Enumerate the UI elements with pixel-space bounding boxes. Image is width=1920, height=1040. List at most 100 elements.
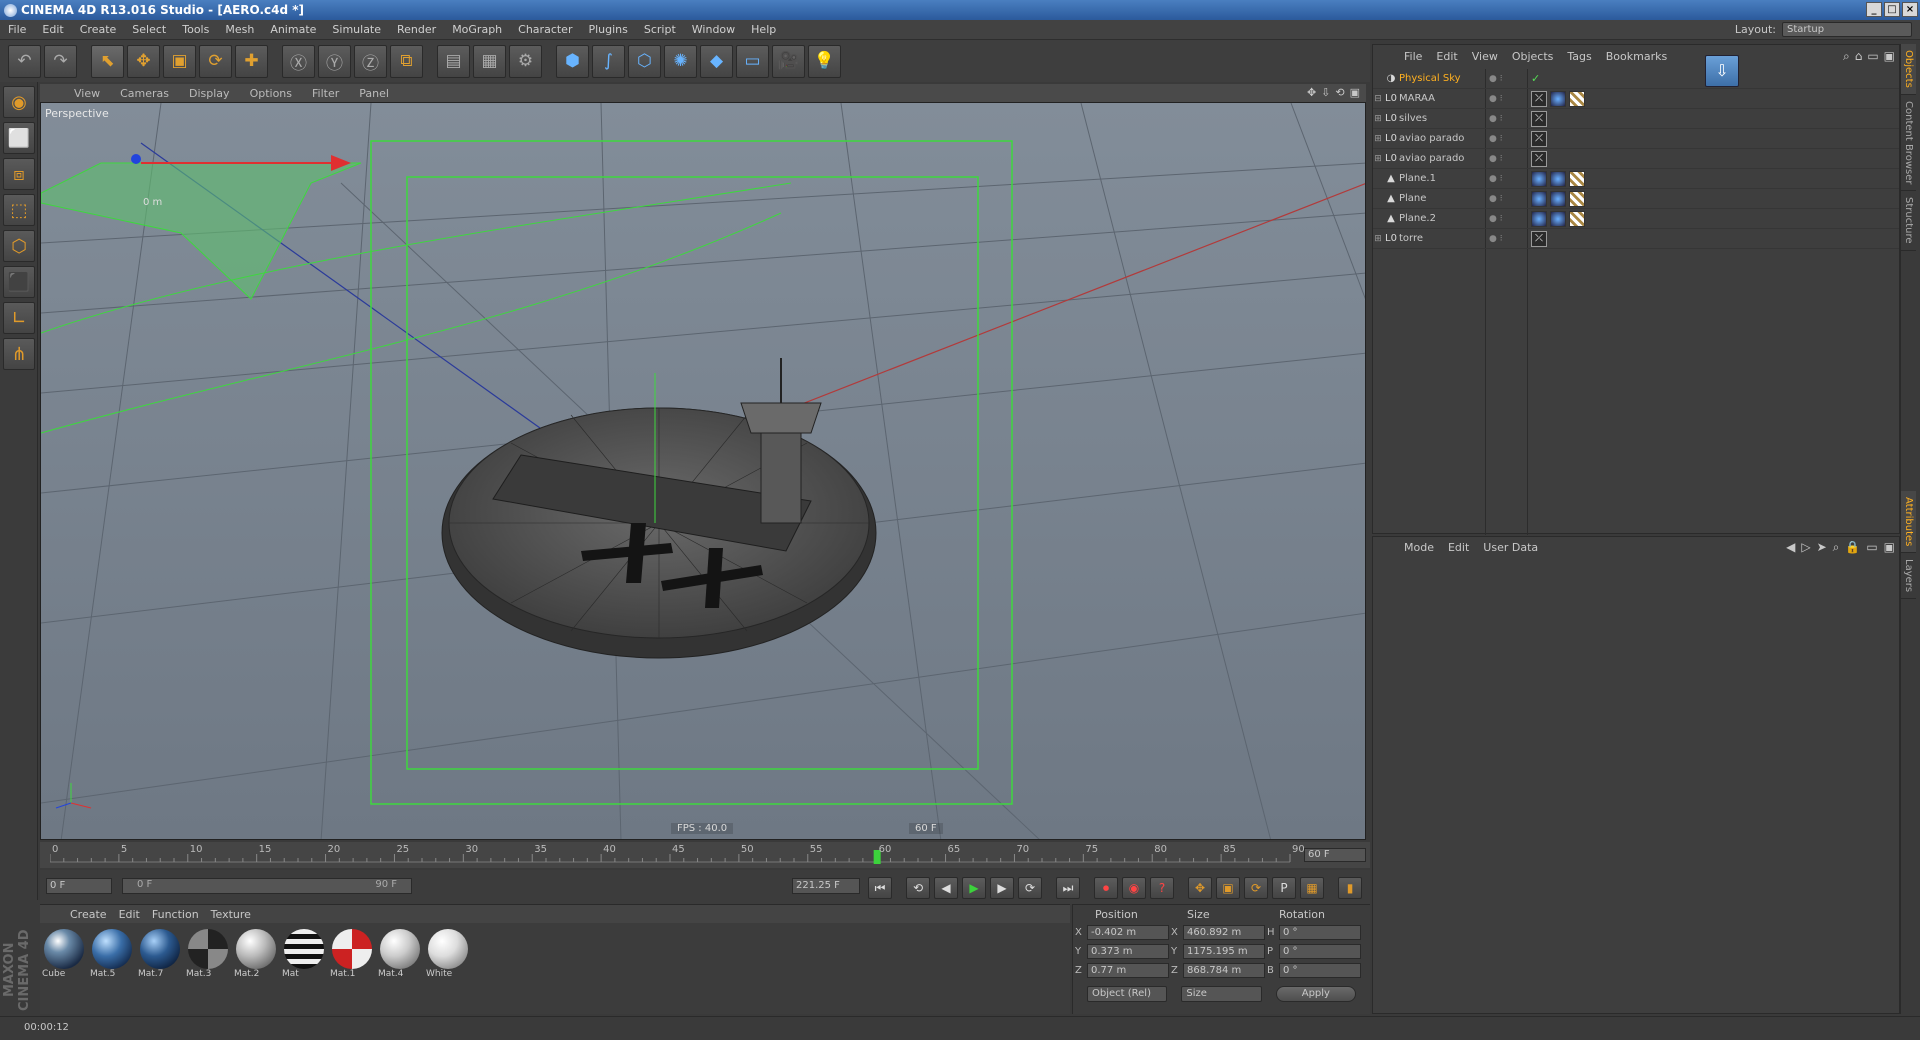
make-editable-icon[interactable]: ⬜ [3,122,35,154]
attribute-menu-edit[interactable]: Edit [1441,541,1476,554]
snap-icon[interactable]: ⋔ [3,338,35,370]
texture-mode-icon[interactable]: ⧈ [3,158,35,190]
axis-mode-icon[interactable]: ∟ [3,302,35,334]
new-view-icon[interactable]: ▭ [1867,49,1878,64]
rotate-view-icon[interactable]: ⟲ [1335,86,1344,99]
polygons-mode-icon[interactable]: ⬛ [3,266,35,298]
rotation-field[interactable]: 0 ° [1279,944,1361,959]
object-row[interactable]: ▲ Plane.2 ● ⁝ [1373,209,1899,229]
render-picture-viewer-icon[interactable]: ▦ [473,44,506,78]
menu-script[interactable]: Script [636,23,684,36]
array-icon[interactable]: ✺ [664,44,697,78]
menu-help[interactable]: Help [743,23,784,36]
object-row[interactable]: ⊞ L0 aviao parado ● ⁝ ⤫ [1373,149,1899,169]
z-axis-icon[interactable]: Ⓩ [354,44,387,78]
size-field[interactable]: 1175.195 m [1183,944,1265,959]
chk-tag-icon[interactable] [1569,210,1585,227]
tab-attributes[interactable]: Attributes [1901,490,1916,554]
edges-mode-icon[interactable]: ⬡ [3,230,35,262]
expand-toggle-icon[interactable]: ⊞ [1373,134,1383,144]
keyframe-selection-icon[interactable]: ? [1150,877,1174,899]
viewport-menu-display[interactable]: Display [179,87,240,100]
live-selection-icon[interactable]: ⬉ [91,44,124,78]
viewport-menu-panel[interactable]: Panel [349,87,399,100]
viewport-menu-view[interactable]: View [64,87,110,100]
go-to-start-icon[interactable]: ⏮ [868,877,892,899]
toggle-view-icon[interactable]: ▣ [1350,86,1360,99]
material-swatch[interactable]: Mat.4 [378,929,422,979]
object-menu-tags[interactable]: Tags [1560,50,1598,63]
visibility-dots-icon[interactable]: ● ⁝ [1489,194,1523,204]
scale-icon[interactable]: ▣ [163,44,196,78]
expand-toggle-icon[interactable]: ⊟ [1373,94,1383,104]
new-attribute-view-icon[interactable]: ▭ [1866,540,1877,555]
material-swatch[interactable]: Mat.1 [330,929,374,979]
spline-pen-icon[interactable]: ∫ [592,44,625,78]
play-icon[interactable]: ▶ [962,877,986,899]
floor-icon[interactable]: ▭ [736,44,769,78]
phong-tag-icon[interactable]: ⤫ [1531,150,1547,167]
autokey-icon[interactable]: ◉ [1122,877,1146,899]
apply-button[interactable]: Apply [1275,986,1356,1002]
material-swatch[interactable]: Mat.3 [186,929,230,979]
tex-tag-icon[interactable] [1531,170,1547,187]
visibility-dots-icon[interactable]: ● ⁝ [1489,134,1523,144]
dolly-view-icon[interactable]: ⇩ [1321,86,1330,99]
coordinate-system-icon[interactable]: ⧉ [390,44,423,78]
forward-icon[interactable]: ▷ [1801,540,1810,555]
object-menu-view[interactable]: View [1465,50,1505,63]
visibility-dots-icon[interactable]: ● ⁝ [1489,174,1523,184]
step-back-icon[interactable]: ◀ [934,877,958,899]
tex-tag-icon[interactable] [1550,90,1566,107]
tex-tag-icon[interactable] [1531,210,1547,227]
current-time-field[interactable]: 221.25 F [792,878,860,894]
menu-plugins[interactable]: Plugins [580,23,635,36]
object-row[interactable]: ⊞ L0 silves ● ⁝ ⤫ [1373,109,1899,129]
loop-icon[interactable]: ⟲ [906,877,930,899]
object-row[interactable]: ⊞ L0 torre ● ⁝ ⤫ [1373,229,1899,249]
edit-render-settings-icon[interactable]: ⚙ [509,44,542,78]
points-mode-icon[interactable]: ⬚ [3,194,35,226]
tex-tag-icon[interactable] [1550,170,1566,187]
tex-tag-icon[interactable] [1550,190,1566,207]
timeline-end-field[interactable]: 60 F [1304,848,1366,862]
chk-tag-icon[interactable] [1569,90,1585,107]
camera-icon[interactable]: 🎥 [772,44,805,78]
phong-tag-icon[interactable]: ⤫ [1531,230,1547,247]
record-parameter-icon[interactable]: P [1272,877,1296,899]
visibility-dots-icon[interactable]: ● ⁝ [1489,214,1523,224]
object-menu-objects[interactable]: Objects [1505,50,1561,63]
coordinate-mode-dropdown[interactable]: Object (Rel) [1087,986,1168,1002]
go-to-end-icon[interactable]: ⏭ [1056,877,1080,899]
visibility-dots-icon[interactable]: ● ⁝ [1489,74,1523,84]
chk-tag-icon[interactable] [1569,190,1585,207]
recent-tools-icon[interactable]: ✚ [235,44,268,78]
x-axis-icon[interactable]: Ⓧ [282,44,315,78]
viewport-menu-options[interactable]: Options [240,87,302,100]
phong-tag-icon[interactable]: ⤫ [1531,110,1547,127]
expand-toggle-icon[interactable]: ⊞ [1373,154,1383,164]
tab-layers[interactable]: Layers [1901,553,1916,600]
position-field[interactable]: 0.373 m [1087,944,1169,959]
loop-forward-icon[interactable]: ⟳ [1018,877,1042,899]
menu-animate[interactable]: Animate [262,23,324,36]
menu-window[interactable]: Window [684,23,743,36]
material-swatch[interactable]: Cube [42,929,86,979]
object-row[interactable]: ⊟ L0 MARAA ● ⁝ ⤫ [1373,89,1899,109]
rotation-field[interactable]: 0 ° [1279,963,1361,978]
tex-tag-icon[interactable] [1531,190,1547,207]
cursor-icon[interactable]: ➤ [1817,540,1827,555]
start-frame-field[interactable]: 0 F [46,878,112,894]
deformer-icon[interactable]: ◆ [700,44,733,78]
maximize-button[interactable]: □ [1884,2,1900,17]
perspective-viewport[interactable]: 0 m Perspective FPS: 40.0 60 F [40,102,1366,840]
menu-mesh[interactable]: Mesh [217,23,262,36]
size-mode-dropdown[interactable]: Size [1181,986,1262,1002]
layout-dropdown[interactable]: Startup [1782,22,1912,37]
size-field[interactable]: 868.784 m [1183,963,1265,978]
menu-create[interactable]: Create [72,23,125,36]
step-forward-icon[interactable]: ▶ [990,877,1014,899]
object-menu-edit[interactable]: Edit [1429,50,1464,63]
chk-tag-icon[interactable] [1569,170,1585,187]
object-menu-bookmarks[interactable]: Bookmarks [1599,50,1674,63]
